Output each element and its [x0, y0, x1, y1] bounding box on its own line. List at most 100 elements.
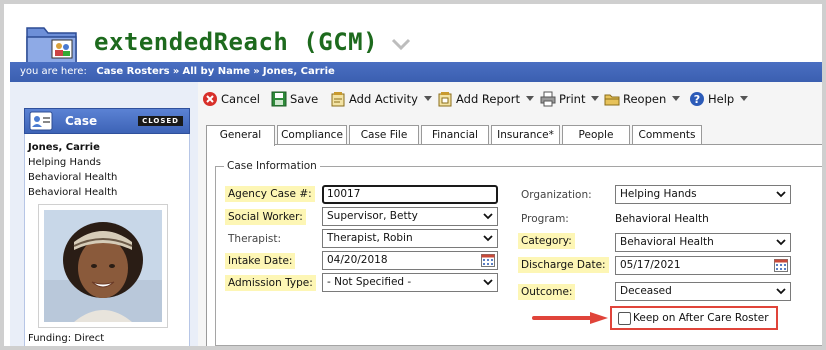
- therapist-value: Therapist, Robin: [327, 232, 413, 244]
- add-activity-button[interactable]: Add Activity: [330, 88, 432, 110]
- social-worker-value: Supervisor, Betty: [327, 210, 418, 222]
- breadcrumb-item-all-by-name[interactable]: All by Name: [182, 66, 250, 77]
- chevron-down-icon: [776, 288, 786, 295]
- outcome-label: Outcome:: [518, 284, 576, 300]
- tab-case-file[interactable]: Case File: [349, 125, 419, 145]
- chevron-down-icon[interactable]: [390, 36, 412, 52]
- social-worker-select[interactable]: Supervisor, Betty: [322, 207, 498, 226]
- breadcrumb-prefix: you are here:: [20, 66, 87, 77]
- therapist-select[interactable]: Therapist, Robin: [322, 229, 498, 248]
- chevron-down-icon: [483, 235, 493, 242]
- toolbar: Cancel Save Add Activity Add Report Prin…: [198, 88, 822, 112]
- callout-arrow: [532, 312, 608, 324]
- cancel-button[interactable]: Cancel: [202, 88, 260, 110]
- chevron-down-icon: [671, 96, 680, 101]
- category-select[interactable]: Behavioral Health: [615, 233, 791, 252]
- breadcrumb-separator: »: [253, 66, 260, 77]
- id-card-icon: [29, 111, 53, 131]
- app-header: extendedReach (GCM): [10, 12, 822, 65]
- social-worker-label: Social Worker:: [225, 209, 306, 225]
- case-card-header: Case CLOSED: [24, 108, 190, 134]
- reopen-button[interactable]: Reopen: [604, 88, 680, 110]
- breadcrumb-separator: »: [172, 66, 180, 77]
- tab-insurance[interactable]: Insurance*: [491, 125, 560, 145]
- patient-photo-image: [44, 210, 162, 322]
- agency-case-input[interactable]: 10017: [322, 185, 498, 204]
- patient-summary: Jones, Carrie Helping Hands Behavioral H…: [28, 140, 117, 200]
- admission-type-select[interactable]: - Not Specified -: [322, 273, 498, 292]
- organization-label: Organization:: [521, 189, 592, 201]
- status-badge: CLOSED: [138, 116, 183, 126]
- reopen-label: Reopen: [623, 92, 667, 106]
- patient-category: Behavioral Health: [28, 187, 118, 198]
- add-report-button[interactable]: Add Report: [437, 88, 534, 110]
- discharge-date-label: Discharge Date:: [518, 257, 609, 273]
- outcome-select[interactable]: Deceased: [615, 282, 791, 301]
- print-label: Print: [559, 92, 586, 106]
- save-label: Save: [290, 92, 319, 106]
- save-button[interactable]: Save: [271, 88, 318, 110]
- breadcrumb-item-case-rosters[interactable]: Case Rosters: [96, 66, 169, 77]
- add-activity-label: Add Activity: [349, 92, 418, 106]
- calendar-icon[interactable]: [774, 259, 788, 272]
- folder-app-icon: [26, 27, 77, 65]
- calendar-icon[interactable]: [481, 254, 495, 267]
- agency-case-label: Agency Case #:: [225, 186, 315, 202]
- tab-financial[interactable]: Financial: [421, 125, 489, 145]
- help-button[interactable]: ? Help: [689, 88, 748, 110]
- add-report-label: Add Report: [456, 92, 521, 106]
- intake-date-input[interactable]: 04/20/2018: [322, 251, 498, 270]
- patient-organization: Helping Hands: [28, 157, 101, 168]
- patient-program: Behavioral Health: [28, 172, 118, 183]
- case-card-title: Case: [65, 114, 98, 128]
- breadcrumb: you are here: Case Rosters » All by Name…: [10, 62, 822, 82]
- patient-photo: [38, 204, 168, 328]
- cancel-label: Cancel: [221, 92, 260, 106]
- keep-on-after-care-checkbox[interactable]: [618, 312, 631, 325]
- intake-date-label: Intake Date:: [225, 253, 296, 269]
- folder-open-icon: [604, 94, 620, 106]
- app-title: extendedReach (GCM): [94, 28, 379, 56]
- breadcrumb-item-current: Jones, Carrie: [262, 66, 335, 77]
- therapist-label: Therapist:: [228, 233, 281, 245]
- program-label: Program:: [521, 213, 569, 225]
- keep-on-after-care-label[interactable]: Keep on After Care Roster: [633, 312, 769, 324]
- help-icon: ?: [690, 92, 704, 106]
- discharge-date-value: 05/17/2021: [620, 259, 681, 271]
- print-button[interactable]: Print: [540, 88, 600, 110]
- category-label: Category:: [518, 233, 575, 249]
- funding-label: Funding: Direct: [28, 333, 105, 344]
- save-icon: [271, 91, 287, 107]
- chevron-down-icon: [483, 213, 493, 220]
- tab-compliance[interactable]: Compliance: [277, 125, 347, 145]
- help-label: Help: [708, 92, 735, 106]
- chevron-down-icon: [525, 96, 534, 101]
- category-value: Behavioral Health: [620, 236, 714, 248]
- organization-select[interactable]: Helping Hands: [615, 185, 791, 204]
- chevron-down-icon: [591, 96, 600, 101]
- app-window: extendedReach (GCM) you are here: Case R…: [0, 0, 826, 350]
- svg-text:?: ?: [694, 93, 700, 106]
- tab-comments[interactable]: Comments: [632, 125, 702, 145]
- keep-on-after-care-highlight: Keep on After Care Roster: [610, 306, 778, 330]
- chevron-down-icon: [776, 239, 786, 246]
- chevron-down-icon: [423, 96, 432, 101]
- add-report-icon: [438, 92, 452, 107]
- chevron-down-icon: [776, 191, 786, 198]
- chevron-down-icon: [483, 279, 493, 286]
- add-activity-icon: [331, 92, 345, 107]
- outcome-value: Deceased: [620, 285, 672, 297]
- fieldset-legend: Case Information: [224, 160, 320, 172]
- printer-icon: [540, 91, 556, 107]
- patient-name: Jones, Carrie: [28, 142, 100, 153]
- tab-people[interactable]: People: [562, 125, 630, 145]
- tab-general[interactable]: General: [206, 125, 275, 146]
- cancel-icon: [203, 92, 217, 106]
- program-value: Behavioral Health: [615, 213, 709, 225]
- organization-value: Helping Hands: [620, 188, 697, 200]
- chevron-down-icon: [739, 96, 748, 101]
- discharge-date-input[interactable]: 05/17/2021: [615, 256, 791, 275]
- admission-type-label: Admission Type:: [225, 275, 316, 291]
- admission-type-value: - Not Specified -: [327, 276, 412, 288]
- intake-date-value: 04/20/2018: [327, 254, 388, 266]
